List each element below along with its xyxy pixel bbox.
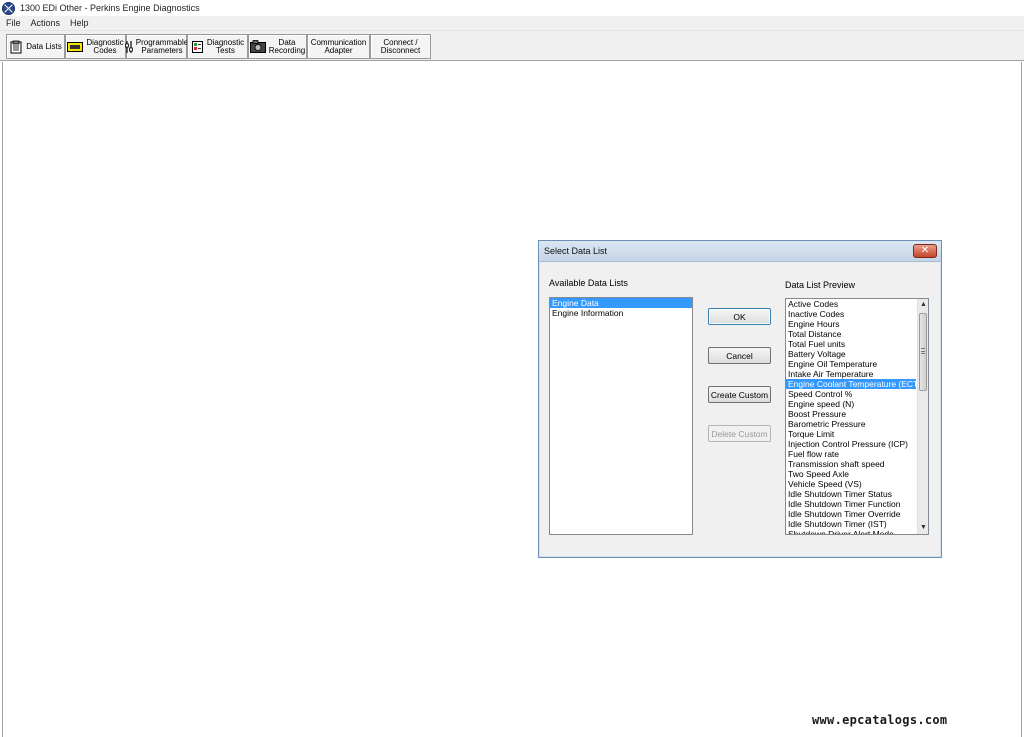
wrench-icon	[124, 40, 133, 53]
watermark-text: www.epcatalogs.com	[812, 713, 948, 727]
list-item[interactable]: Intake Air Temperature	[786, 369, 916, 379]
programmable-parameters-label-2: Parameters	[141, 45, 183, 55]
data-recording-button[interactable]: Data Recording	[248, 34, 307, 59]
communication-adapter-button[interactable]: Communication Adapter	[307, 34, 370, 59]
list-item[interactable]: Fuel flow rate	[786, 449, 916, 459]
close-icon[interactable]: ✕	[913, 244, 937, 258]
scroll-down-arrow-icon[interactable]: ▼	[918, 522, 928, 534]
list-item[interactable]: Shutdown Driver Alert Mode	[786, 529, 916, 534]
diagnostic-codes-label-2: Codes	[93, 45, 117, 55]
list-item[interactable]: Engine Hours	[786, 319, 916, 329]
preview-scrollbar[interactable]: ▲ ▼	[917, 299, 928, 534]
toolbar: Data Lists Diagnostic Codes Programmable…	[0, 31, 1024, 61]
app-logo-icon	[2, 1, 15, 15]
create-custom-button[interactable]: Create Custom	[708, 386, 771, 403]
list-item[interactable]: Injection Control Pressure (ICP)	[786, 439, 916, 449]
list-item[interactable]: Transmission shaft speed	[786, 459, 916, 469]
data-lists-button[interactable]: Data Lists	[6, 34, 65, 59]
list-item[interactable]: Two Speed Axle	[786, 469, 916, 479]
list-item[interactable]: Engine Coolant Temperature (ECT)	[786, 379, 916, 389]
list-item[interactable]: Active Codes	[786, 299, 916, 309]
list-item[interactable]: Engine Information	[550, 308, 692, 318]
scrollbar-thumb[interactable]	[919, 313, 927, 391]
window-title: 1300 EDi Other - Perkins Engine Diagnost…	[20, 3, 200, 13]
menu-file[interactable]: File	[0, 18, 26, 28]
delete-custom-button[interactable]: Delete Custom	[708, 425, 771, 442]
ok-button[interactable]: OK	[708, 308, 771, 325]
connect-disconnect-button[interactable]: Connect / Disconnect	[370, 34, 431, 59]
clipboard-icon	[10, 40, 22, 53]
cancel-button[interactable]: Cancel	[708, 347, 771, 364]
list-item[interactable]: Engine speed (N)	[786, 399, 916, 409]
diagnostic-tests-button[interactable]: Diagnostic Tests	[187, 34, 248, 59]
dialog-title-bar: Select Data List ✕	[539, 241, 941, 262]
select-data-list-dialog: Select Data List ✕ Available Data Lists …	[538, 240, 942, 558]
list-item[interactable]: Vehicle Speed (VS)	[786, 479, 916, 489]
scroll-up-arrow-icon[interactable]: ▲	[918, 299, 928, 311]
title-bar: 1300 EDi Other - Perkins Engine Diagnost…	[0, 0, 1024, 16]
connect-disconnect-label-2: Disconnect	[380, 45, 421, 55]
list-item[interactable]: Inactive Codes	[786, 309, 916, 319]
list-item[interactable]: Idle Shutdown Timer (IST)	[786, 519, 916, 529]
list-item[interactable]: Idle Shutdown Timer Function	[786, 499, 916, 509]
list-item[interactable]: Idle Shutdown Timer Status	[786, 489, 916, 499]
communication-adapter-label-2: Adapter	[324, 45, 353, 55]
grip-icon	[921, 348, 925, 354]
list-item[interactable]: Total Distance	[786, 329, 916, 339]
data-lists-label: Data Lists	[26, 41, 62, 51]
list-item[interactable]: Torque Limit	[786, 429, 916, 439]
programmable-parameters-button[interactable]: Programmable Parameters	[124, 34, 188, 59]
available-data-lists-label: Available Data Lists	[549, 278, 628, 288]
list-item[interactable]: Battery Voltage	[786, 349, 916, 359]
available-data-lists-listbox[interactable]: Engine Data Engine Information	[549, 297, 693, 535]
list-item[interactable]: Barometric Pressure	[786, 419, 916, 429]
camera-icon	[249, 40, 266, 53]
diagnostic-codes-button[interactable]: Diagnostic Codes	[65, 34, 126, 59]
list-item[interactable]: Idle Shutdown Timer Override	[786, 509, 916, 519]
data-list-preview-label: Data List Preview	[785, 280, 856, 290]
list-item[interactable]: Total Fuel units	[786, 339, 916, 349]
list-item[interactable]: Engine Oil Temperature	[786, 359, 916, 369]
menu-help[interactable]: Help	[65, 18, 94, 28]
data-recording-label-2: Recording	[268, 45, 306, 55]
code-display-icon	[67, 41, 84, 52]
test-checklist-icon	[191, 40, 203, 53]
menu-bar: File Actions Help	[0, 16, 1024, 31]
menu-actions[interactable]: Actions	[26, 18, 66, 28]
data-list-preview-listbox[interactable]: Active Codes Inactive Codes Engine Hours To…	[785, 298, 929, 535]
list-item[interactable]: Speed Control %	[786, 389, 916, 399]
dialog-title: Select Data List	[544, 246, 608, 256]
diagnostic-tests-label-2: Tests	[216, 45, 235, 55]
list-item[interactable]: Boost Pressure	[786, 409, 916, 419]
list-item[interactable]: Engine Data	[550, 298, 692, 308]
